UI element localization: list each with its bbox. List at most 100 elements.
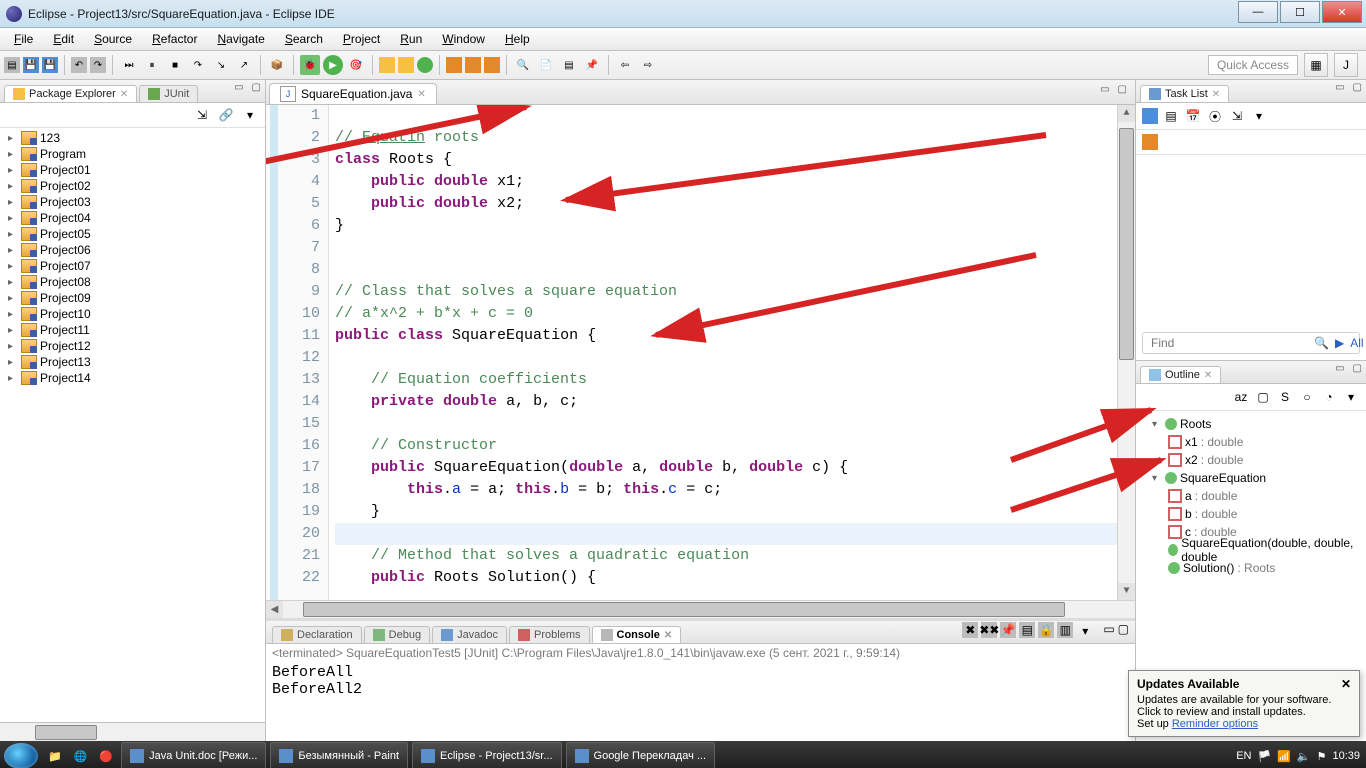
close-icon[interactable]: ✕ xyxy=(1341,677,1351,691)
debug-stop-icon[interactable]: ■ xyxy=(165,55,185,75)
undo-icon[interactable]: ↶ xyxy=(71,57,87,73)
menu-refactor[interactable]: Refactor xyxy=(142,30,207,48)
console-tab-debug[interactable]: Debug xyxy=(364,626,430,643)
view-maximize-icon[interactable]: ▢ xyxy=(250,82,263,93)
tree-toggle-icon[interactable]: ▸ xyxy=(8,309,18,320)
console-display-icon[interactable]: ▤ xyxy=(1019,622,1035,638)
tree-toggle-icon[interactable]: ▸ xyxy=(8,357,18,368)
outline-node[interactable]: SquareEquation(double, double, double xyxy=(1140,541,1362,559)
tray-network-icon[interactable]: 📶 xyxy=(1277,750,1291,763)
back-icon[interactable]: ⇦ xyxy=(615,55,635,75)
tree-toggle-icon[interactable]: ▾ xyxy=(1152,419,1162,430)
tree-toggle-icon[interactable]: ▸ xyxy=(8,165,18,176)
project-node[interactable]: ▸Project04 xyxy=(2,210,263,226)
debug-run-icon[interactable]: 🐞 xyxy=(300,55,320,75)
view-menu-icon[interactable]: ▾ xyxy=(241,106,259,124)
menu-window[interactable]: Window xyxy=(432,30,495,48)
menu-navigate[interactable]: Navigate xyxy=(207,30,274,48)
annotation-nav-icon[interactable]: ▤ xyxy=(559,55,579,75)
tab-outline[interactable]: Outline ✕ xyxy=(1140,366,1221,383)
close-icon[interactable]: ✕ xyxy=(417,89,425,100)
menu-run[interactable]: Run xyxy=(390,30,432,48)
project-node[interactable]: ▸Project02 xyxy=(2,178,263,194)
menu-help[interactable]: Help xyxy=(495,30,540,48)
new-task-icon[interactable] xyxy=(1142,108,1158,124)
save-all-icon[interactable]: 💾 xyxy=(42,57,58,73)
open-resource-icon[interactable] xyxy=(484,57,500,73)
code-editor[interactable]: 12345678910111213141516171819202122 // E… xyxy=(266,105,1135,600)
open-perspective-icon[interactable]: ▦ xyxy=(1304,53,1328,77)
project-node[interactable]: ▸Project14 xyxy=(2,370,263,386)
view-minimize-icon[interactable]: ▭ xyxy=(1103,622,1114,640)
language-indicator[interactable]: EN xyxy=(1236,750,1251,762)
view-minimize-icon[interactable]: ▭ xyxy=(232,82,245,93)
tree-toggle-icon[interactable]: ▸ xyxy=(8,341,18,352)
forward-icon[interactable]: ⇨ xyxy=(638,55,658,75)
build-icon[interactable]: 📦 xyxy=(267,55,287,75)
menu-source[interactable]: Source xyxy=(84,30,142,48)
scrollbar-thumb[interactable] xyxy=(35,725,97,740)
code-text-area[interactable]: // Equatin rootsclass Roots { public dou… xyxy=(329,105,1117,600)
tree-toggle-icon[interactable]: ▸ xyxy=(8,293,18,304)
editor-tab-squareequation[interactable]: J SquareEquation.java ✕ xyxy=(269,83,437,104)
debug-stepreturn-icon[interactable]: ↗ xyxy=(234,55,254,75)
task-collapse-icon[interactable]: ⇲ xyxy=(1228,107,1246,125)
tree-toggle-icon[interactable]: ▸ xyxy=(8,373,18,384)
task-filter-icon[interactable]: ▾ xyxy=(1250,107,1268,125)
console-output[interactable]: BeforeAllBeforeAll2 xyxy=(266,662,1135,700)
outline-hide-local-icon[interactable]: ◔ xyxy=(1320,388,1338,406)
project-node[interactable]: ▸Project07 xyxy=(2,258,263,274)
horizontal-scrollbar[interactable]: ◀ xyxy=(266,600,1135,618)
link-editor-icon[interactable]: 🔗 xyxy=(217,106,235,124)
console-show-icon[interactable]: ▥ xyxy=(1057,622,1073,638)
tree-toggle-icon[interactable]: ▸ xyxy=(8,149,18,160)
project-node[interactable]: ▸Project13 xyxy=(2,354,263,370)
search-icon[interactable]: 🔍 xyxy=(513,55,533,75)
tree-toggle-icon[interactable]: ▸ xyxy=(8,229,18,240)
open-task-icon[interactable] xyxy=(465,57,481,73)
tree-toggle-icon[interactable]: ▾ xyxy=(1152,473,1162,484)
view-maximize-icon[interactable]: ▢ xyxy=(1351,82,1364,93)
tree-toggle-icon[interactable]: ▸ xyxy=(8,181,18,192)
project-node[interactable]: ▸Project03 xyxy=(2,194,263,210)
pin-icon[interactable]: 📌 xyxy=(582,55,602,75)
tree-toggle-icon[interactable]: ▸ xyxy=(8,213,18,224)
outline-hide-fields-icon[interactable]: ▢ xyxy=(1254,388,1272,406)
debug-stepover-icon[interactable]: ↷ xyxy=(188,55,208,75)
tab-junit[interactable]: JUnit xyxy=(139,85,198,102)
task-all-link[interactable]: All xyxy=(1350,336,1363,350)
new-package-icon[interactable] xyxy=(379,57,395,73)
tab-package-explorer[interactable]: Package Explorer ✕ xyxy=(4,85,137,102)
outline-tree[interactable]: ▾ Roots x1 : double x2 : double▾ SquareE… xyxy=(1136,411,1366,581)
scroll-down-icon[interactable]: ▼ xyxy=(1118,583,1135,600)
tree-toggle-icon[interactable]: ▸ xyxy=(8,197,18,208)
debug-stepinto-icon[interactable]: ↘ xyxy=(211,55,231,75)
tree-toggle-icon[interactable]: ▸ xyxy=(8,277,18,288)
menu-search[interactable]: Search xyxy=(275,30,333,48)
task-focus-icon[interactable]: ⦿ xyxy=(1206,107,1224,125)
tray-action-icon[interactable]: ⚑ xyxy=(1317,750,1327,763)
scrollbar-thumb[interactable] xyxy=(1119,128,1135,360)
menu-file[interactable]: File xyxy=(4,30,43,48)
close-icon[interactable]: ✕ xyxy=(1204,370,1212,381)
task-sync-icon[interactable] xyxy=(1142,134,1158,150)
close-icon[interactable]: ✕ xyxy=(1212,89,1220,100)
close-button[interactable]: ✕ xyxy=(1322,1,1362,23)
project-node[interactable]: ▸Project05 xyxy=(2,226,263,242)
search-icon[interactable]: 🔍 xyxy=(1314,336,1329,350)
toggle-breadcrumb-icon[interactable]: 📄 xyxy=(536,55,556,75)
project-node[interactable]: ▸Program xyxy=(2,146,263,162)
clock[interactable]: 10:39 xyxy=(1332,750,1360,762)
task-find-input[interactable] xyxy=(1149,335,1308,351)
outline-sort-icon[interactable]: az xyxy=(1232,388,1250,406)
outline-node[interactable]: x1 : double xyxy=(1140,433,1362,451)
run-icon[interactable]: ▶ xyxy=(323,55,343,75)
scroll-up-icon[interactable]: ▲ xyxy=(1118,105,1135,122)
outline-node[interactable]: x2 : double xyxy=(1140,451,1362,469)
console-menu-icon[interactable]: ▾ xyxy=(1076,622,1094,640)
tree-toggle-icon[interactable]: ▸ xyxy=(8,325,18,336)
view-minimize-icon[interactable]: ▭ xyxy=(1333,363,1346,374)
debug-pause-icon[interactable]: ⏸ xyxy=(142,55,162,75)
outline-hide-nonpublic-icon[interactable]: ○ xyxy=(1298,388,1316,406)
new-icon[interactable]: ▤ xyxy=(4,57,20,73)
